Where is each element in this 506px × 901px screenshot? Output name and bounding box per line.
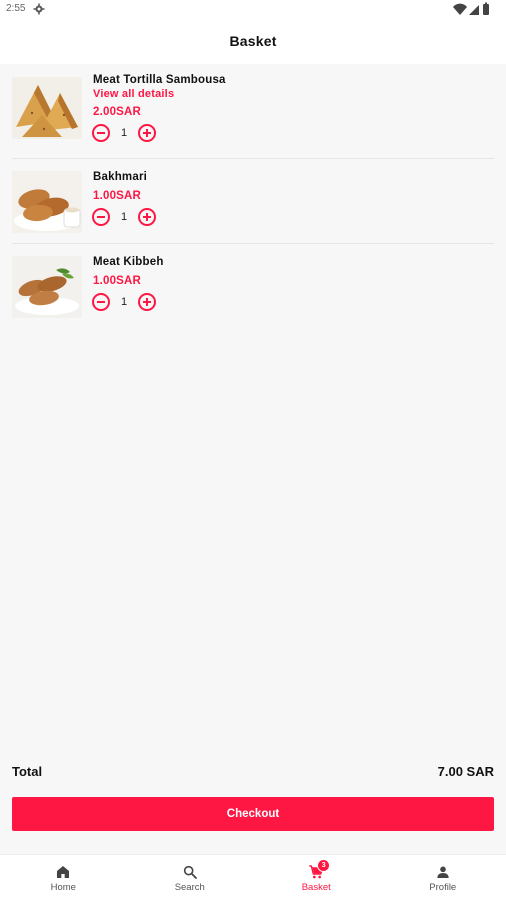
basket-item: Bakhmari 1.00SAR 1 (12, 159, 494, 244)
quantity-value: 1 (110, 127, 138, 139)
view-details-link[interactable]: View all details (93, 88, 174, 100)
status-bar: 2:55 (0, 0, 506, 18)
quantity-stepper: 1 (92, 293, 156, 311)
decrease-quantity-button[interactable] (92, 124, 110, 142)
signal-icon (469, 5, 479, 15)
item-name: Meat Kibbeh (93, 256, 164, 268)
nav-label: Basket (302, 882, 331, 893)
quantity-value: 1 (110, 296, 138, 308)
bottom-nav: Home Search 3 Basket (0, 854, 506, 901)
item-price: 1.00SAR (93, 275, 141, 287)
nav-label: Home (51, 882, 76, 893)
total-label: Total (12, 764, 42, 779)
gear-icon (33, 2, 45, 14)
total-value: 7.00 SAR (438, 764, 494, 779)
person-icon (435, 864, 451, 880)
checkout-button[interactable]: Checkout (12, 797, 494, 831)
kibbeh-image (12, 256, 82, 318)
wifi-icon (453, 4, 467, 15)
quantity-stepper: 1 (92, 124, 156, 142)
app-bar: Basket (0, 18, 506, 64)
item-image-sambousa (12, 77, 82, 139)
search-icon (182, 864, 198, 880)
battery-icon (483, 3, 489, 16)
nav-item-profile[interactable]: Profile (380, 855, 506, 901)
increase-quantity-button[interactable] (138, 293, 156, 311)
item-name: Meat Tortilla Sambousa (93, 74, 226, 86)
basket-list: Meat Tortilla Sambousa View all details … (12, 72, 494, 328)
decrease-quantity-button[interactable] (92, 208, 110, 226)
sambousa-image (12, 77, 82, 139)
nav-label: Profile (429, 882, 456, 893)
nav-item-basket[interactable]: 3 Basket (253, 855, 380, 901)
basket-item: Meat Tortilla Sambousa View all details … (12, 72, 494, 159)
status-time: 2:55 (6, 3, 25, 14)
quantity-value: 1 (110, 211, 138, 223)
item-price: 2.00SAR (93, 106, 141, 118)
quantity-stepper: 1 (92, 208, 156, 226)
cart-badge: 3 (317, 859, 330, 872)
item-image-kibbeh (12, 256, 82, 318)
home-icon (55, 864, 71, 880)
cart-icon: 3 (308, 864, 324, 880)
item-name: Bakhmari (93, 171, 147, 183)
total-row: Total 7.00 SAR (12, 764, 494, 784)
status-right-icons (452, 2, 492, 16)
nav-item-search[interactable]: Search (127, 855, 254, 901)
nav-label: Search (175, 882, 205, 893)
decrease-quantity-button[interactable] (92, 293, 110, 311)
basket-item: Meat Kibbeh 1.00SAR 1 (12, 244, 494, 328)
bakhmari-image (12, 171, 82, 233)
item-image-bakhmari (12, 171, 82, 233)
page-title: Basket (229, 33, 276, 49)
nav-item-home[interactable]: Home (0, 855, 127, 901)
increase-quantity-button[interactable] (138, 208, 156, 226)
increase-quantity-button[interactable] (138, 124, 156, 142)
basket-content: Meat Tortilla Sambousa View all details … (0, 64, 506, 854)
item-price: 1.00SAR (93, 190, 141, 202)
